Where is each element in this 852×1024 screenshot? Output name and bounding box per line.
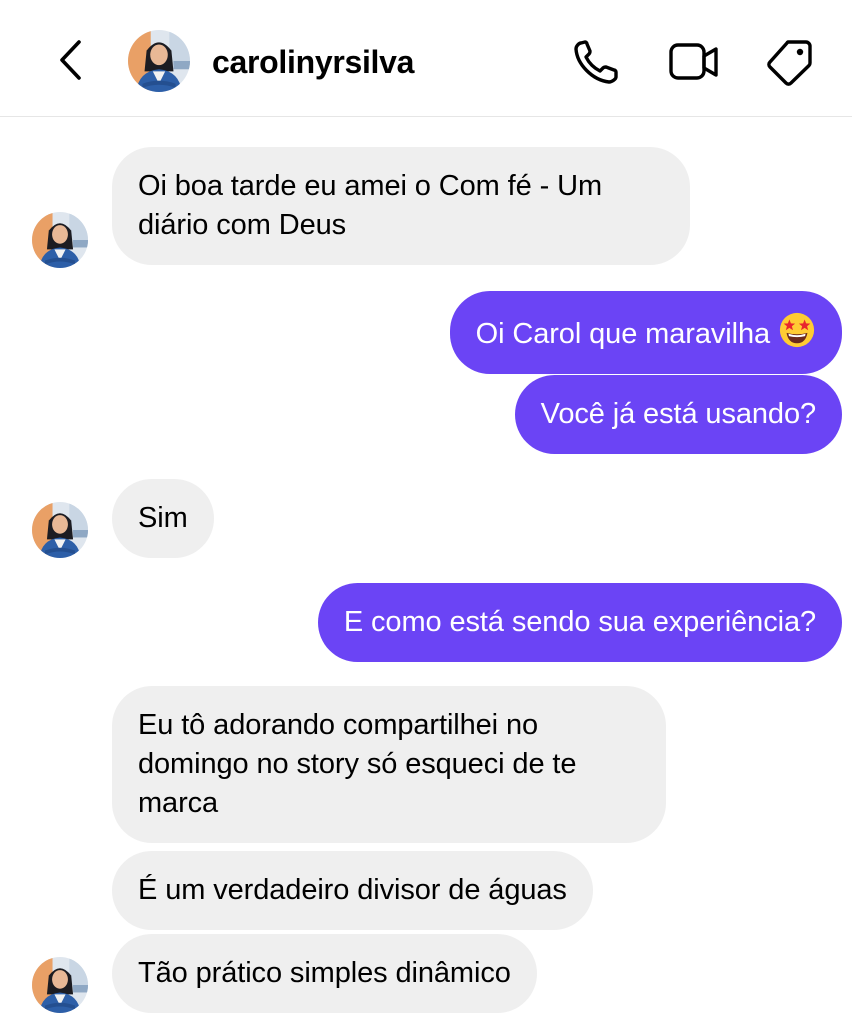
profile-avatar[interactable]: [128, 30, 190, 92]
chevron-left-icon: [60, 40, 81, 80]
message-text: Tão prático simples dinâmico: [138, 957, 511, 989]
message-text: Eu tô adorando compartilhei no domingo n…: [138, 709, 577, 819]
message-bubble-outgoing[interactable]: E como está sendo sua experiência?: [317, 583, 842, 662]
chat-header: carolinyrsilva: [0, 0, 852, 117]
back-button[interactable]: [50, 38, 94, 82]
video-camera-icon: [669, 43, 718, 80]
message-bubble-incoming[interactable]: Oi boa tarde eu amei o Com fé - Um diári…: [112, 147, 690, 265]
sender-avatar[interactable]: [32, 502, 88, 558]
message-bubble-incoming[interactable]: Tão prático simples dinâmico: [112, 934, 537, 1013]
sender-avatar[interactable]: [32, 957, 88, 1013]
voice-call-button[interactable]: [572, 38, 622, 86]
tag-button[interactable]: [766, 38, 816, 86]
message-bubble-outgoing[interactable]: Oi Carol que maravilha: [449, 291, 842, 374]
message-bubble-outgoing[interactable]: Você já está usando?: [514, 375, 842, 454]
phone-icon: [574, 40, 618, 84]
message-text: E como está sendo sua experiência?: [343, 606, 816, 638]
message-text: Oi Carol que maravilha: [475, 318, 770, 350]
video-call-button[interactable]: [668, 38, 718, 86]
message-text: É um verdadeiro divisor de águas: [138, 874, 567, 906]
message-text: Você já está usando?: [540, 398, 816, 430]
message-text: Sim: [138, 502, 188, 534]
message-bubble-incoming[interactable]: É um verdadeiro divisor de águas: [112, 851, 593, 930]
message-bubble-incoming[interactable]: Sim: [112, 479, 214, 558]
message-bubble-incoming[interactable]: Eu tô adorando compartilhei no domingo n…: [112, 686, 666, 843]
chat-username[interactable]: carolinyrsilva: [212, 44, 414, 80]
chat-screen: carolinyrsilva Oi boa tarde eu amei o Co…: [0, 0, 852, 1024]
star-struck-emoji: [779, 312, 815, 348]
tag-icon: [767, 40, 812, 86]
sender-avatar[interactable]: [32, 212, 88, 268]
message-text: Oi boa tarde eu amei o Com fé - Um diári…: [138, 170, 603, 241]
